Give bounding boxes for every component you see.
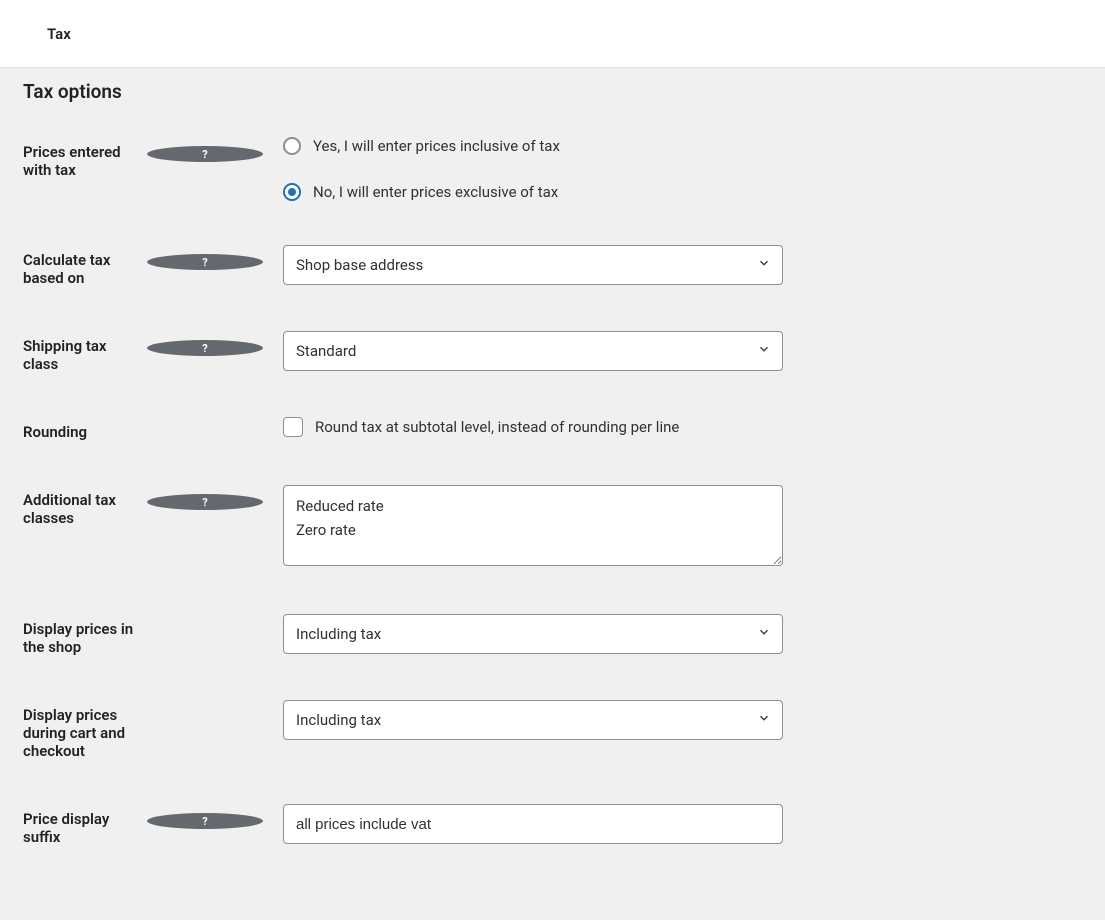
radio-label-exclusive: No, I will enter prices exclusive of tax (313, 183, 558, 201)
checkbox-label-rounding: Round tax at subtotal level, instead of … (315, 418, 679, 436)
label-text: Additional tax classes (23, 491, 139, 527)
select-calc-based-on[interactable]: Shop base address (283, 245, 783, 285)
label-calc-based-on: Calculate tax based on ? (23, 245, 283, 287)
select-display-shop[interactable]: Including tax (283, 614, 783, 654)
radio-item-exclusive[interactable]: No, I will enter prices exclusive of tax (283, 183, 833, 201)
textarea-additional-classes[interactable]: Reduced rate Zero rate (283, 485, 783, 566)
label-text: Shipping tax class (23, 337, 139, 373)
label-text: Display prices during cart and checkout (23, 706, 139, 760)
row-additional-classes: Additional tax classes ? Reduced rate Ze… (23, 485, 1082, 570)
row-display-cart: Display prices during cart and checkout … (23, 700, 1082, 760)
section-title: Tax options (23, 80, 1082, 103)
label-text: Display prices in the shop (23, 620, 139, 656)
label-display-shop: Display prices in the shop (23, 614, 283, 656)
help-icon[interactable]: ? (147, 494, 263, 510)
row-prices-entered: Prices entered with tax ? Yes, I will en… (23, 137, 1082, 201)
row-calc-based-on: Calculate tax based on ? Shop base addre… (23, 245, 1082, 287)
row-price-suffix: Price display suffix ? (23, 804, 1082, 846)
radio-exclusive[interactable] (283, 183, 301, 201)
label-text: Rounding (23, 423, 139, 441)
row-shipping-tax-class: Shipping tax class ? Standard (23, 331, 1082, 373)
help-icon[interactable]: ? (147, 254, 263, 270)
label-text: Price display suffix (23, 810, 139, 846)
select-display-cart[interactable]: Including tax (283, 700, 783, 740)
help-icon[interactable]: ? (147, 813, 263, 829)
radio-label-inclusive: Yes, I will enter prices inclusive of ta… (313, 137, 560, 155)
row-rounding: Rounding Round tax at subtotal level, in… (23, 417, 1082, 441)
help-icon[interactable]: ? (147, 340, 263, 356)
label-shipping-tax-class: Shipping tax class ? (23, 331, 283, 373)
help-icon[interactable]: ? (147, 146, 263, 162)
checkbox-rounding[interactable] (283, 417, 303, 437)
page-title: Tax (47, 25, 71, 43)
input-price-suffix[interactable] (283, 804, 783, 844)
label-price-suffix: Price display suffix ? (23, 804, 283, 846)
topbar: Tax (0, 0, 1105, 68)
row-display-shop: Display prices in the shop Including tax (23, 614, 1082, 656)
label-text: Prices entered with tax (23, 143, 139, 179)
label-display-cart: Display prices during cart and checkout (23, 700, 283, 760)
label-prices-entered: Prices entered with tax ? (23, 137, 283, 179)
checkbox-item-rounding[interactable]: Round tax at subtotal level, instead of … (283, 417, 833, 437)
content: Tax options Prices entered with tax ? Ye… (0, 68, 1105, 920)
label-text: Calculate tax based on (23, 251, 139, 287)
radio-inclusive[interactable] (283, 137, 301, 155)
radio-group-prices-entered: Yes, I will enter prices inclusive of ta… (283, 137, 833, 201)
select-shipping-tax-class[interactable]: Standard (283, 331, 783, 371)
radio-item-inclusive[interactable]: Yes, I will enter prices inclusive of ta… (283, 137, 833, 155)
label-additional-classes: Additional tax classes ? (23, 485, 283, 527)
label-rounding: Rounding (23, 417, 283, 441)
